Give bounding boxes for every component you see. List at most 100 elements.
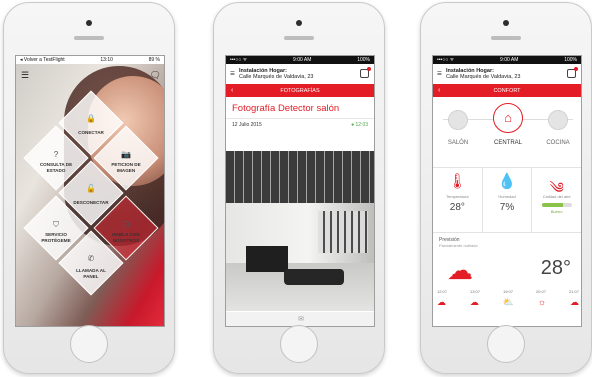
tile-label: PETICION DE IMAGEN xyxy=(111,162,141,173)
camera-icon: 📷 xyxy=(121,150,131,159)
photo-ceiling xyxy=(226,151,374,203)
status-time: 13:10 xyxy=(100,57,113,63)
phone-1: ◂ Volver a TestFlight 13:10 89 % ☰ 🗨 🔒 C… xyxy=(3,2,175,374)
notification-badge xyxy=(367,67,371,71)
app-header: ☰ Instalación Hogar: Calle Marqués de Va… xyxy=(433,64,581,84)
metric-label: Calidad del aire xyxy=(542,194,571,199)
status-back[interactable]: ◂ Volver a TestFlight xyxy=(20,56,65,64)
phone-2: •••○○ ᯤ 9:00 AM 100% ☰ Instalación Hogar… xyxy=(213,2,385,374)
installation-address: Calle Marqués de Valdavia, 23 xyxy=(238,74,314,80)
forecast-time: 19:07 xyxy=(502,289,513,294)
forecast: Previsión Parcialmente nublado ☁ 28° 12:… xyxy=(433,233,581,323)
air-quality-fill xyxy=(541,203,563,207)
room-label-active: CENTRAL xyxy=(493,140,522,146)
camera-dot xyxy=(86,20,92,26)
tile-label: LLAMADA AL PANEL xyxy=(76,268,106,279)
hamburger-icon[interactable]: ☰ xyxy=(230,71,235,77)
cloud-sun-icon: ☁ xyxy=(447,255,473,285)
section-bar: ‹ FOTOGRAFÍAS xyxy=(226,84,374,97)
unlock-icon: 🔓 xyxy=(86,184,96,193)
camera-dot xyxy=(296,20,302,26)
metric-air-quality[interactable]: ༄ Calidad del aire Bueno xyxy=(532,168,581,232)
shield-icon: ⛉ xyxy=(53,220,59,229)
photo-shelf xyxy=(318,211,368,253)
back-chevron-icon[interactable]: ‹ xyxy=(438,87,440,94)
action-grid: 🔒 CONECTAR ? CONSULTA DE ESTADO 📷 PETICI… xyxy=(23,90,159,324)
metrics-row: 🌡 Temperatura 28° 💧 Humedad 7% ༄ Calidad… xyxy=(433,167,581,233)
cloud-sun-icon: ⛅ xyxy=(502,297,514,307)
cloud-icon: ☁ xyxy=(569,297,579,307)
tile-label: CONSULTA DE ESTADO xyxy=(39,162,73,173)
hamburger-icon[interactable]: ☰ xyxy=(437,71,442,77)
forecast-time: 13:07 xyxy=(469,289,480,294)
metric-temperature[interactable]: 🌡 Temperatura 28° xyxy=(433,168,483,232)
home-button[interactable] xyxy=(487,325,525,363)
photo-screen: •••○○ ᯤ 9:00 AM 100% ☰ Instalación Hogar… xyxy=(225,55,375,327)
earpiece xyxy=(284,36,314,40)
status-bar: •••○○ ᯤ 9:00 AM 100% xyxy=(433,56,581,64)
status-signal: •••○○ ᯤ xyxy=(230,57,248,63)
tile-label: CONECTAR xyxy=(78,130,104,135)
room-label: COCINA xyxy=(546,140,570,146)
forecast-icons: ☁ ☁ ⛅ ☼ ☁ xyxy=(437,297,579,308)
section-title: FOTOGRAFÍAS xyxy=(280,87,320,94)
status-bar: ◂ Volver a TestFlight 13:10 89 % xyxy=(16,56,164,64)
status-battery: 100% xyxy=(564,57,577,63)
question-icon: ? xyxy=(53,150,59,159)
air-quality-bar xyxy=(541,203,572,207)
metric-humidity[interactable]: 💧 Humedad 7% xyxy=(483,168,533,232)
earpiece xyxy=(491,36,521,40)
forecast-times: 12:07 13:07 19:07 20:07 21:07 xyxy=(437,289,579,294)
thermometer-icon: 🌡 xyxy=(447,173,467,190)
room-selector: ⌂ SALÓN CENTRAL COCINA xyxy=(433,97,581,167)
home-screen: ◂ Volver a TestFlight 13:10 89 % ☰ 🗨 🔒 C… xyxy=(15,55,165,327)
section-bar: ‹ CONFORT xyxy=(433,84,581,97)
sofa-icon[interactable] xyxy=(448,110,468,130)
photo-sofa xyxy=(284,269,344,285)
pot-icon[interactable] xyxy=(548,110,568,130)
metric-label: Temperatura xyxy=(446,194,469,199)
home-button[interactable] xyxy=(70,325,108,363)
status-time: 9:00 AM xyxy=(293,57,312,63)
detector-photo[interactable] xyxy=(226,151,374,311)
cloud-icon: ☁ xyxy=(469,297,479,307)
tile-label: SERVICIO PROTÉGEME xyxy=(41,232,71,243)
phone-3: •••○○ ᯤ 9:00 AM 100% ☰ Instalación Hogar… xyxy=(420,2,592,374)
status-time: 9:00 AM xyxy=(500,57,519,63)
phone-icon: ✆ xyxy=(87,254,95,263)
metric-value: 7% xyxy=(499,202,515,213)
tile-label: DESCONECTAR xyxy=(73,200,109,205)
tile-label: HABLA CON NOSOTROS xyxy=(112,232,140,243)
hamburger-icon[interactable]: ☰ xyxy=(21,70,29,81)
top-bar: ☰ 🗨 xyxy=(16,64,164,86)
cloud-icon: ☁ xyxy=(437,297,446,307)
status-bar: •••○○ ᯤ 9:00 AM 100% xyxy=(226,56,374,64)
status-signal: •••○○ ᯤ xyxy=(437,57,455,63)
status-battery: 100% xyxy=(357,57,370,63)
back-chevron-icon[interactable]: ‹ xyxy=(231,87,233,94)
status-battery: 89 % xyxy=(148,57,160,63)
photo-meta: 12 Julio 2015 ● 12:03 xyxy=(226,118,374,131)
wind-icon: ༄ xyxy=(549,180,564,197)
metric-label: Humedad xyxy=(498,194,516,199)
photo-time: ● 12:03 xyxy=(351,122,368,128)
photo-date: 12 Julio 2015 xyxy=(232,122,262,128)
earpiece xyxy=(74,36,104,40)
envelope-icon[interactable]: ✉ xyxy=(298,315,304,323)
forecast-subtitle: Parcialmente nublado xyxy=(439,243,478,248)
notification-badge xyxy=(574,67,578,71)
speech-bubble-icon[interactable]: 🗨 xyxy=(150,70,161,81)
camera-dot xyxy=(503,20,509,26)
forecast-time: 20:07 xyxy=(535,289,546,294)
house-icon[interactable]: ⌂ xyxy=(493,103,523,133)
forecast-time: 12:07 xyxy=(437,289,448,294)
installation-address: Calle Marqués de Valdavia, 23 xyxy=(445,74,521,80)
forecast-temp: 28° xyxy=(540,257,571,279)
phones-showcase: ◂ Volver a TestFlight 13:10 89 % ☰ 🗨 🔒 C… xyxy=(0,0,592,377)
room-label: SALÓN xyxy=(447,140,469,146)
forecast-time: 21:07 xyxy=(568,289,579,294)
app-header: ☰ Instalación Hogar: Calle Marqués de Va… xyxy=(226,64,374,84)
comfort-screen: •••○○ ᯤ 9:00 AM 100% ☰ Instalación Hogar… xyxy=(432,55,582,327)
photo-footer: ✉ xyxy=(226,312,374,326)
home-button[interactable] xyxy=(280,325,318,363)
